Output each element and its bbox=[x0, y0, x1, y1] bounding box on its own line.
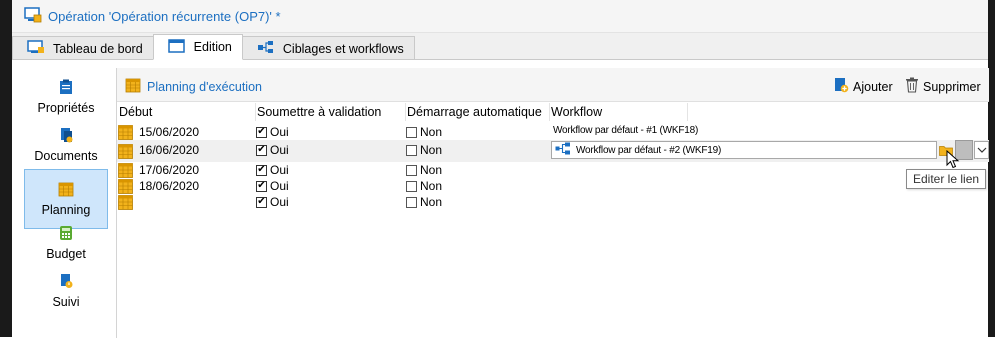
mouse-cursor-icon bbox=[946, 149, 960, 173]
calendar-icon[interactable] bbox=[118, 124, 133, 140]
validation-value: Oui bbox=[270, 143, 289, 157]
workflow-combobox-value: Workflow par défaut - #2 (WKF19) bbox=[576, 144, 722, 156]
tab-bar: Tableau de bord Edition Ciblages et work… bbox=[12, 34, 415, 60]
date-cell[interactable]: 15/06/2020 bbox=[139, 124, 199, 140]
table-row[interactable]: 17/06/2020 Oui Non bbox=[117, 162, 989, 178]
calendar-icon bbox=[125, 77, 141, 96]
validation-checkbox[interactable] bbox=[256, 196, 267, 208]
sidebar: Propriétés Documents Planning Budget Sui… bbox=[12, 60, 116, 338]
validation-checkbox[interactable] bbox=[256, 126, 267, 138]
sidebar-item-label: Documents bbox=[34, 149, 98, 163]
trash-icon bbox=[905, 77, 919, 96]
sidebar-item-label: Propriétés bbox=[37, 101, 95, 115]
validation-cell[interactable]: Oui bbox=[256, 162, 289, 178]
tab-targeting-workflows[interactable]: Ciblages et workflows bbox=[241, 36, 415, 60]
column-header-debut[interactable]: Début bbox=[118, 103, 152, 121]
table-row[interactable]: 18/06/2020 Oui Non bbox=[117, 178, 989, 194]
planning-grid: Début Soumettre à validation Démarrage a… bbox=[117, 102, 989, 338]
panel-title: Planning d'exécution bbox=[125, 77, 262, 96]
add-button[interactable]: Ajouter bbox=[833, 77, 893, 96]
auto-start-checkbox[interactable] bbox=[406, 180, 417, 192]
auto-start-checkbox[interactable] bbox=[406, 144, 417, 156]
panel-title-text: Planning d'exécution bbox=[147, 79, 262, 94]
sidebar-item-label: Suivi bbox=[52, 295, 80, 309]
auto-start-cell[interactable]: Non bbox=[406, 124, 442, 140]
tracking-icon bbox=[59, 273, 73, 292]
auto-start-checkbox[interactable] bbox=[406, 196, 417, 208]
auto-start-cell[interactable]: Non bbox=[406, 142, 442, 158]
add-label: Ajouter bbox=[853, 79, 893, 94]
date-cell[interactable]: 18/06/2020 bbox=[139, 178, 199, 194]
table-row-selected[interactable]: 16/06/2020 Oui Non bbox=[117, 140, 989, 162]
add-icon bbox=[833, 77, 849, 96]
right-window-edge bbox=[988, 0, 995, 337]
clipboard-icon bbox=[59, 79, 73, 98]
sidebar-item-documents[interactable]: Documents bbox=[24, 122, 108, 168]
column-header-auto-start[interactable]: Démarrage automatique bbox=[406, 103, 542, 121]
auto-start-cell[interactable]: Non bbox=[406, 194, 442, 210]
validation-value: Oui bbox=[270, 195, 289, 209]
workflow-cell[interactable]: Workflow par défaut - #1 (WKF18) bbox=[553, 125, 698, 136]
validation-value: Oui bbox=[270, 179, 289, 193]
dashboard-icon bbox=[27, 40, 45, 57]
sidebar-item-suivi[interactable]: Suivi bbox=[24, 268, 108, 314]
sidebar-item-label: Budget bbox=[46, 247, 86, 261]
operation-window-icon bbox=[24, 6, 42, 26]
sidebar-item-budget[interactable]: Budget bbox=[24, 220, 108, 266]
table-row[interactable]: 15/06/2020 Oui Non Workflow par défaut -… bbox=[117, 124, 989, 140]
validation-cell[interactable]: Oui bbox=[256, 178, 289, 194]
operation-window: Opération 'Opération récurrente (OP7)' *… bbox=[12, 0, 989, 338]
tab-dashboard[interactable]: Tableau de bord bbox=[12, 36, 154, 60]
auto-start-checkbox[interactable] bbox=[406, 126, 417, 138]
window-title: Opération 'Opération récurrente (OP7)' * bbox=[48, 8, 281, 24]
tab-targeting-label: Ciblages et workflows bbox=[282, 41, 404, 56]
window-titlebar: Opération 'Opération récurrente (OP7)' * bbox=[12, 0, 988, 33]
sidebar-item-label: Planning bbox=[41, 203, 91, 217]
calendar-icon[interactable] bbox=[118, 194, 133, 210]
validation-value: Oui bbox=[270, 125, 289, 139]
auto-start-checkbox[interactable] bbox=[406, 164, 417, 176]
auto-start-value: Non bbox=[420, 125, 443, 139]
auto-start-value: Non bbox=[420, 195, 443, 209]
calendar-icon bbox=[58, 181, 74, 200]
workflow-combobox[interactable]: Workflow par défaut - #2 (WKF19) bbox=[551, 141, 937, 159]
delete-button[interactable]: Supprimer bbox=[905, 77, 981, 96]
table-row-new[interactable]: Oui Non bbox=[117, 194, 989, 210]
auto-start-value: Non bbox=[420, 143, 443, 157]
validation-checkbox[interactable] bbox=[256, 180, 267, 192]
date-cell[interactable]: 16/06/2020 bbox=[139, 142, 199, 158]
tab-edition-label: Edition bbox=[193, 40, 232, 54]
auto-start-cell[interactable]: Non bbox=[406, 178, 442, 194]
column-header-workflow[interactable]: Workflow bbox=[550, 103, 602, 121]
validation-value: Oui bbox=[270, 163, 289, 177]
calendar-icon[interactable] bbox=[118, 178, 133, 194]
validation-checkbox[interactable] bbox=[256, 164, 267, 176]
left-window-edge bbox=[0, 0, 12, 337]
edition-content: Propriétés Documents Planning Budget Sui… bbox=[12, 59, 989, 338]
budget-icon bbox=[59, 225, 73, 244]
planning-panel: Planning d'exécution Ajouter Supprimer D… bbox=[116, 68, 989, 338]
chevron-down-icon[interactable] bbox=[974, 141, 989, 159]
validation-cell[interactable]: Oui bbox=[256, 124, 289, 140]
column-separator bbox=[687, 103, 688, 121]
auto-start-value: Non bbox=[420, 179, 443, 193]
edit-window-icon bbox=[167, 38, 186, 56]
panel-header: Planning d'exécution Ajouter Supprimer bbox=[117, 68, 989, 102]
auto-start-value: Non bbox=[420, 163, 443, 177]
auto-start-cell[interactable]: Non bbox=[406, 162, 442, 178]
documents-icon bbox=[59, 127, 73, 146]
validation-cell[interactable]: Oui bbox=[256, 194, 289, 210]
tab-dashboard-label: Tableau de bord bbox=[53, 41, 143, 56]
calendar-icon[interactable] bbox=[118, 143, 133, 159]
sidebar-item-proprietes[interactable]: Propriétés bbox=[24, 74, 108, 120]
workflow-icon bbox=[257, 40, 275, 57]
calendar-icon[interactable] bbox=[118, 162, 133, 178]
workflow-icon bbox=[555, 142, 571, 158]
column-header-validation[interactable]: Soumettre à validation bbox=[256, 103, 381, 121]
validation-cell[interactable]: Oui bbox=[256, 142, 289, 158]
tab-edition[interactable]: Edition bbox=[152, 34, 243, 60]
validation-checkbox[interactable] bbox=[256, 144, 267, 156]
date-cell[interactable]: 17/06/2020 bbox=[139, 162, 199, 178]
delete-label: Supprimer bbox=[923, 79, 981, 94]
